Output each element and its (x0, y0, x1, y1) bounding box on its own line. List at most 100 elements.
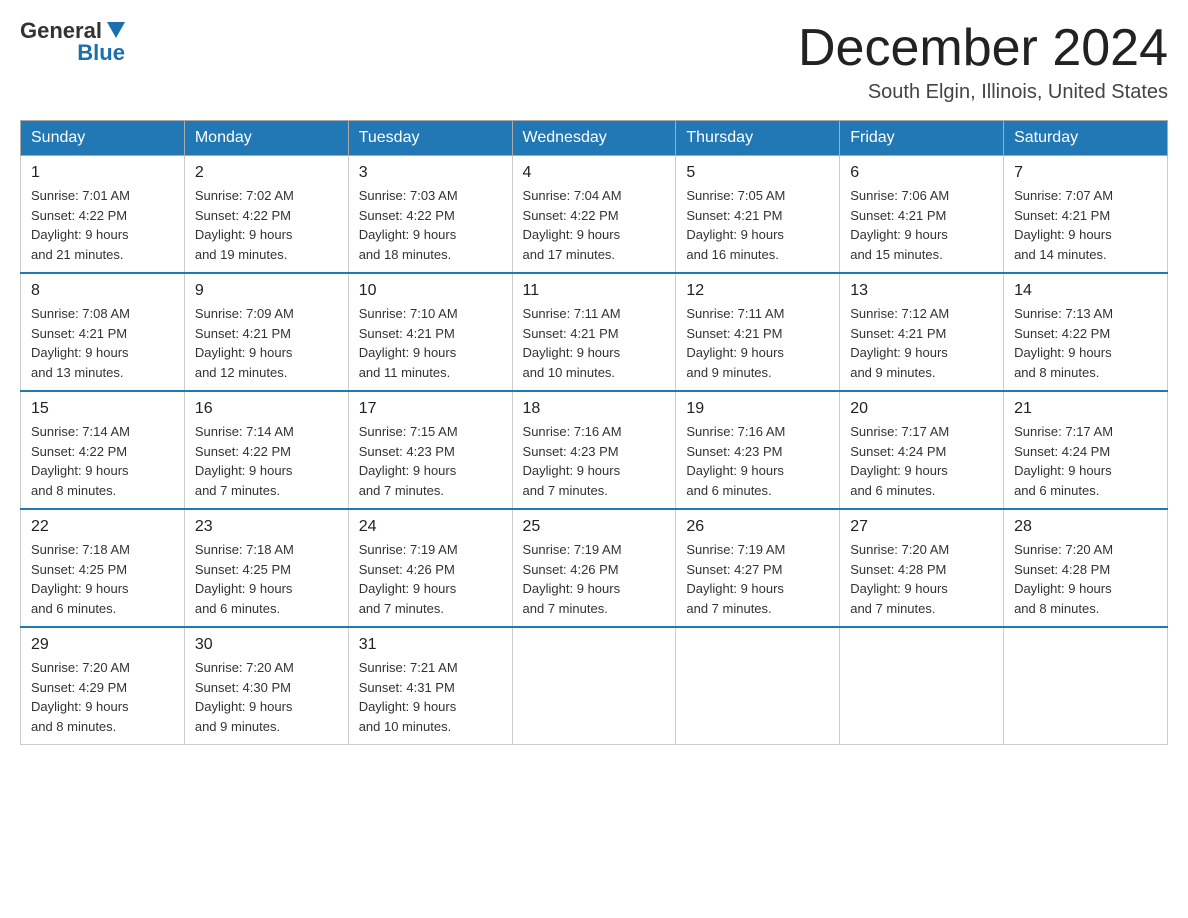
day-info-10: Sunrise: 7:10 AMSunset: 4:21 PMDaylight:… (359, 304, 502, 382)
day-number-16: 16 (195, 400, 338, 418)
day-info-27: Sunrise: 7:20 AMSunset: 4:28 PMDaylight:… (850, 540, 993, 618)
calendar-cell-w1-d3: 3 Sunrise: 7:03 AMSunset: 4:22 PMDaylight… (348, 156, 512, 274)
day-info-29: Sunrise: 7:20 AMSunset: 4:29 PMDaylight:… (31, 658, 174, 736)
day-info-28: Sunrise: 7:20 AMSunset: 4:28 PMDaylight:… (1014, 540, 1157, 618)
calendar-table: Sunday Monday Tuesday Wednesday Thursday… (20, 120, 1168, 745)
title-section: December 2024 South Elgin, Illinois, Uni… (798, 20, 1168, 104)
calendar-week-2: 8 Sunrise: 7:08 AMSunset: 4:21 PMDaylight… (21, 273, 1168, 391)
location-subtitle: South Elgin, Illinois, United States (798, 81, 1168, 104)
day-number-19: 19 (686, 400, 829, 418)
day-number-29: 29 (31, 636, 174, 654)
day-info-26: Sunrise: 7:19 AMSunset: 4:27 PMDaylight:… (686, 540, 829, 618)
header-wednesday: Wednesday (512, 121, 676, 156)
calendar-cell-w5-d7 (1004, 627, 1168, 745)
day-number-31: 31 (359, 636, 502, 654)
day-info-14: Sunrise: 7:13 AMSunset: 4:22 PMDaylight:… (1014, 304, 1157, 382)
day-number-20: 20 (850, 400, 993, 418)
calendar-cell-w2-d3: 10 Sunrise: 7:10 AMSunset: 4:21 PMDayligh… (348, 273, 512, 391)
calendar-cell-w5-d2: 30Sunrise: 7:20 AMSunset: 4:30 PMDayligh… (184, 627, 348, 745)
header-monday: Monday (184, 121, 348, 156)
day-number-21: 21 (1014, 400, 1157, 418)
month-title: December 2024 (798, 20, 1168, 77)
day-info-7: Sunrise: 7:07 AMSunset: 4:21 PMDaylight:… (1014, 186, 1157, 264)
day-number-8: 8 (31, 282, 174, 300)
day-info-15: Sunrise: 7:14 AMSunset: 4:22 PMDaylight:… (31, 422, 174, 500)
day-info-21: Sunrise: 7:17 AMSunset: 4:24 PMDaylight:… (1014, 422, 1157, 500)
calendar-cell-w4-d2: 23 Sunrise: 7:18 AMSunset: 4:25 PMDayligh… (184, 509, 348, 627)
header-tuesday: Tuesday (348, 121, 512, 156)
day-info-19: Sunrise: 7:16 AMSunset: 4:23 PMDaylight:… (686, 422, 829, 500)
logo-triangle-icon (107, 22, 125, 38)
day-info-23: Sunrise: 7:18 AMSunset: 4:25 PMDaylight:… (195, 540, 338, 618)
calendar-cell-w3-d3: 17 Sunrise: 7:15 AMSunset: 4:23 PMDayligh… (348, 391, 512, 509)
day-number-23: 23 (195, 518, 338, 536)
logo-blue-text: Blue (77, 42, 125, 64)
day-info-17: Sunrise: 7:15 AMSunset: 4:23 PMDaylight:… (359, 422, 502, 500)
calendar-cell-w4-d5: 26 Sunrise: 7:19 AMSunset: 4:27 PMDayligh… (676, 509, 840, 627)
day-info-6: Sunrise: 7:06 AMSunset: 4:21 PMDaylight:… (850, 186, 993, 264)
header-sunday: Sunday (21, 121, 185, 156)
day-number-9: 9 (195, 282, 338, 300)
header-friday: Friday (840, 121, 1004, 156)
calendar-cell-w4-d6: 27 Sunrise: 7:20 AMSunset: 4:28 PMDayligh… (840, 509, 1004, 627)
calendar-cell-w5-d3: 31 Sunrise: 7:21 AMSunset: 4:31 PMDayligh… (348, 627, 512, 745)
calendar-cell-w2-d4: 11 Sunrise: 7:11 AMSunset: 4:21 PMDayligh… (512, 273, 676, 391)
day-number-13: 13 (850, 282, 993, 300)
calendar-cell-w2-d7: 14 Sunrise: 7:13 AMSunset: 4:22 PMDayligh… (1004, 273, 1168, 391)
day-number-10: 10 (359, 282, 502, 300)
day-info-13: Sunrise: 7:12 AMSunset: 4:21 PMDaylight:… (850, 304, 993, 382)
day-number-26: 26 (686, 518, 829, 536)
calendar-cell-w4-d4: 25 Sunrise: 7:19 AMSunset: 4:26 PMDayligh… (512, 509, 676, 627)
calendar-cell-w3-d1: 15Sunrise: 7:14 AMSunset: 4:22 PMDayligh… (21, 391, 185, 509)
day-number-22: 22 (31, 518, 174, 536)
day-number-25: 25 (523, 518, 666, 536)
calendar-cell-w3-d4: 18 Sunrise: 7:16 AMSunset: 4:23 PMDayligh… (512, 391, 676, 509)
calendar-week-1: 1Sunrise: 7:01 AMSunset: 4:22 PMDaylight… (21, 156, 1168, 274)
day-info-12: Sunrise: 7:11 AMSunset: 4:21 PMDaylight:… (686, 304, 829, 382)
day-number-27: 27 (850, 518, 993, 536)
day-number-11: 11 (523, 282, 666, 300)
day-info-1: Sunrise: 7:01 AMSunset: 4:22 PMDaylight:… (31, 186, 174, 264)
calendar-header-row: Sunday Monday Tuesday Wednesday Thursday… (21, 121, 1168, 156)
day-info-5: Sunrise: 7:05 AMSunset: 4:21 PMDaylight:… (686, 186, 829, 264)
day-info-16: Sunrise: 7:14 AMSunset: 4:22 PMDaylight:… (195, 422, 338, 500)
calendar-cell-w1-d6: 6 Sunrise: 7:06 AMSunset: 4:21 PMDaylight… (840, 156, 1004, 274)
day-number-24: 24 (359, 518, 502, 536)
day-info-2: Sunrise: 7:02 AMSunset: 4:22 PMDaylight:… (195, 186, 338, 264)
day-info-31: Sunrise: 7:21 AMSunset: 4:31 PMDaylight:… (359, 658, 502, 736)
day-number-17: 17 (359, 400, 502, 418)
day-info-3: Sunrise: 7:03 AMSunset: 4:22 PMDaylight:… (359, 186, 502, 264)
calendar-week-5: 29 Sunrise: 7:20 AMSunset: 4:29 PMDayligh… (21, 627, 1168, 745)
calendar-cell-w1-d2: 2 Sunrise: 7:02 AMSunset: 4:22 PMDaylight… (184, 156, 348, 274)
calendar-cell-w1-d5: 5 Sunrise: 7:05 AMSunset: 4:21 PMDaylight… (676, 156, 840, 274)
logo: General Blue (20, 20, 125, 64)
calendar-cell-w3-d5: 19 Sunrise: 7:16 AMSunset: 4:23 PMDayligh… (676, 391, 840, 509)
day-number-6: 6 (850, 164, 993, 182)
day-info-9: Sunrise: 7:09 AMSunset: 4:21 PMDaylight:… (195, 304, 338, 382)
day-info-20: Sunrise: 7:17 AMSunset: 4:24 PMDaylight:… (850, 422, 993, 500)
logo-general-text: General (20, 20, 102, 42)
calendar-cell-w3-d2: 16 Sunrise: 7:14 AMSunset: 4:22 PMDayligh… (184, 391, 348, 509)
calendar-cell-w1-d1: 1Sunrise: 7:01 AMSunset: 4:22 PMDaylight… (21, 156, 185, 274)
calendar-cell-w5-d4 (512, 627, 676, 745)
day-info-22: Sunrise: 7:18 AMSunset: 4:25 PMDaylight:… (31, 540, 174, 618)
calendar-cell-w5-d5 (676, 627, 840, 745)
calendar-cell-w2-d5: 12Sunrise: 7:11 AMSunset: 4:21 PMDayligh… (676, 273, 840, 391)
day-number-14: 14 (1014, 282, 1157, 300)
day-number-3: 3 (359, 164, 502, 182)
day-info-18: Sunrise: 7:16 AMSunset: 4:23 PMDaylight:… (523, 422, 666, 500)
day-info-8: Sunrise: 7:08 AMSunset: 4:21 PMDaylight:… (31, 304, 174, 382)
day-number-30: 30 (195, 636, 338, 654)
day-number-18: 18 (523, 400, 666, 418)
day-number-5: 5 (686, 164, 829, 182)
calendar-cell-w5-d1: 29 Sunrise: 7:20 AMSunset: 4:29 PMDayligh… (21, 627, 185, 745)
day-info-25: Sunrise: 7:19 AMSunset: 4:26 PMDaylight:… (523, 540, 666, 618)
calendar-cell-w2-d6: 13 Sunrise: 7:12 AMSunset: 4:21 PMDayligh… (840, 273, 1004, 391)
calendar-cell-w5-d6 (840, 627, 1004, 745)
calendar-cell-w4-d3: 24 Sunrise: 7:19 AMSunset: 4:26 PMDayligh… (348, 509, 512, 627)
day-number-2: 2 (195, 164, 338, 182)
day-info-11: Sunrise: 7:11 AMSunset: 4:21 PMDaylight:… (523, 304, 666, 382)
day-info-24: Sunrise: 7:19 AMSunset: 4:26 PMDaylight:… (359, 540, 502, 618)
calendar-cell-w2-d1: 8 Sunrise: 7:08 AMSunset: 4:21 PMDaylight… (21, 273, 185, 391)
day-number-28: 28 (1014, 518, 1157, 536)
